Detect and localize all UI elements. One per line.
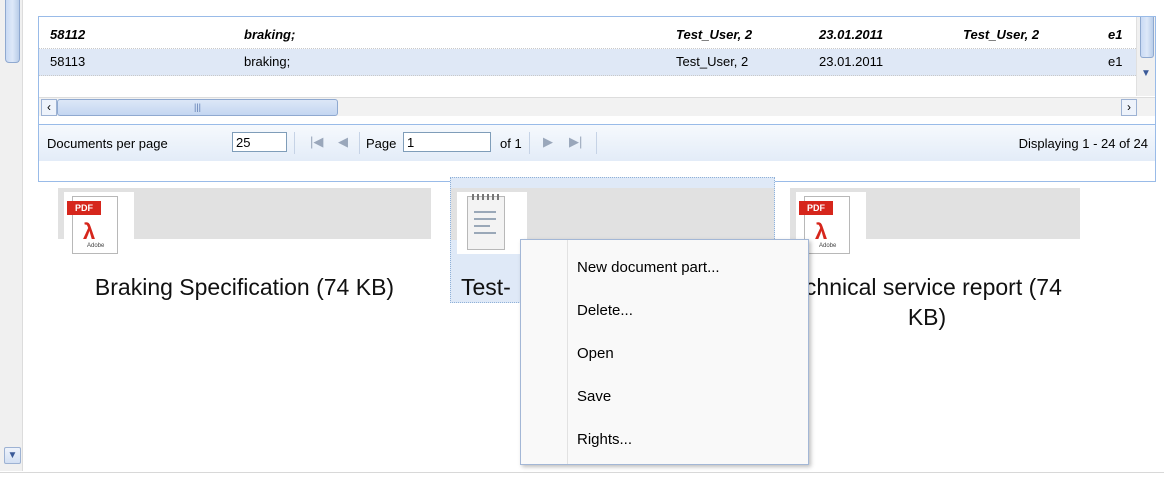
file-tile[interactable]: PDF λ Adobe Braking Specification (74 KB… [58, 188, 431, 311]
grid-scroll-down-icon[interactable]: ▼ [1139, 67, 1153, 81]
menu-item-rights[interactable]: Rights... [577, 431, 632, 448]
page-vertical-scrollbar[interactable]: ▼ [0, 0, 23, 471]
menu-icon-gutter [567, 240, 568, 464]
menu-item-open[interactable]: Open [577, 345, 614, 362]
scroll-left-icon[interactable]: ‹ [41, 99, 57, 116]
cell-created-by: Test_User, 2 [676, 54, 749, 69]
page-scroll-thumb[interactable] [5, 0, 20, 63]
file-tile[interactable]: PDF λ Adobe echnical service report (74 … [790, 188, 1080, 330]
cell-id: 58113 [50, 54, 86, 69]
page-scroll-down-icon[interactable]: ▼ [4, 447, 21, 464]
cell-extra: e1 [1108, 54, 1123, 69]
grid-vertical-scrollbar[interactable]: ▼ [1136, 17, 1155, 96]
grid-horizontal-scrollbar[interactable]: ‹ ||| › [39, 97, 1155, 116]
paging-toolbar: Documents per page |◀ ◀ Page of 1 ▶ ▶| D… [39, 124, 1155, 161]
per-page-input[interactable] [232, 132, 287, 152]
prev-page-icon[interactable]: ◀ [338, 134, 348, 150]
per-page-label: Documents per page [47, 136, 168, 151]
display-info-text: Displaying 1 - 24 of 24 [1018, 136, 1148, 151]
first-page-icon[interactable]: |◀ [310, 134, 323, 150]
menu-item-delete[interactable]: Delete... [577, 302, 633, 319]
notepad-icon [457, 192, 527, 254]
cell-date: 23.01.2011 [819, 54, 884, 69]
file-label: echnical service report (74 KB) [792, 274, 1062, 330]
cell-extra: e1 [1108, 27, 1123, 42]
cell-created-by: Test_User, 2 [676, 27, 753, 42]
grid-scroll-thumb[interactable] [1140, 17, 1154, 58]
table-row[interactable]: 58112 braking; Test_User, 2 23.01.2011 T… [39, 22, 1136, 49]
context-menu: New document part... Delete... Open Save… [520, 239, 809, 465]
scroll-right-icon[interactable]: › [1121, 99, 1137, 116]
table-row[interactable]: 58113 braking; Test_User, 2 23.01.2011 e… [39, 49, 1136, 76]
horizontal-scroll-thumb[interactable]: ||| [57, 99, 338, 116]
cell-modified-by: Test_User, 2 [963, 27, 1040, 42]
cell-description: braking; [244, 27, 296, 42]
page-number-input[interactable] [403, 132, 491, 152]
bottom-divider [0, 472, 1164, 473]
cell-description: braking; [244, 54, 291, 69]
cell-id: 58112 [50, 27, 86, 42]
file-label: Braking Specification (74 KB) [94, 274, 395, 300]
next-page-icon[interactable]: ▶ [543, 134, 553, 150]
toolbar-separator [359, 132, 360, 154]
page-count-label: of 1 [500, 136, 522, 151]
pdf-icon: PDF λ Adobe [64, 192, 134, 254]
toolbar-separator [596, 132, 597, 154]
toolbar-separator [294, 132, 295, 154]
cell-date: 23.01.2011 [819, 27, 884, 42]
last-page-icon[interactable]: ▶| [569, 134, 582, 150]
menu-item-new-document-part[interactable]: New document part... [577, 259, 720, 276]
toolbar-separator [529, 132, 530, 154]
documents-grid: 58112 braking; Test_User, 2 23.01.2011 T… [38, 16, 1156, 182]
menu-item-save[interactable]: Save [577, 388, 611, 405]
page-label: Page [366, 136, 397, 151]
